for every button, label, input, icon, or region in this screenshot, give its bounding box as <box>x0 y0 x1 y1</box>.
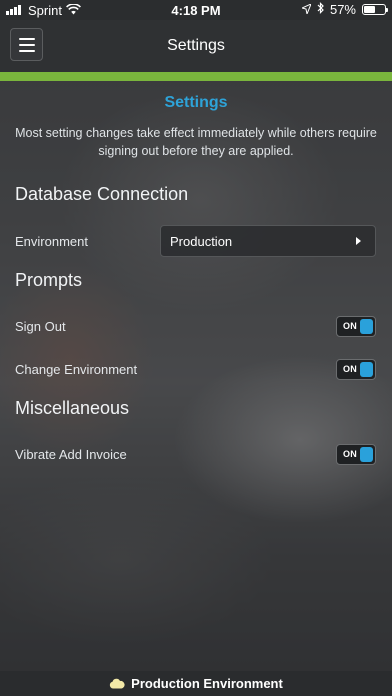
bluetooth-icon <box>317 2 324 17</box>
section-database-connection: Database Connection <box>15 184 189 204</box>
battery-icon <box>362 4 388 15</box>
page-title: Settings <box>164 94 228 111</box>
environment-footer: Production Environment <box>0 671 392 696</box>
navigation-bar: Settings <box>0 20 392 72</box>
settings-content: Settings Most setting changes take effec… <box>0 81 392 160</box>
carrier-name: Sprint <box>28 2 62 18</box>
battery-percent: 57% <box>329 2 356 17</box>
vibrate-add-invoice-label: Vibrate Add Invoice <box>15 447 127 462</box>
vibrate-add-invoice-toggle[interactable]: ON <box>336 444 376 465</box>
hamburger-menu-icon[interactable] <box>10 28 43 61</box>
section-prompts: Prompts <box>15 270 83 290</box>
change-environment-label: Change Environment <box>15 362 138 377</box>
toggle-on-label: ON <box>343 321 358 331</box>
sign-out-toggle[interactable]: ON <box>336 316 376 337</box>
environment-select[interactable]: Production <box>160 225 376 257</box>
toggle-knob <box>360 319 373 334</box>
cloud-icon <box>109 678 125 689</box>
footer-label: Production Environment <box>131 676 283 691</box>
accent-bar <box>0 72 392 81</box>
toggle-knob <box>360 362 373 377</box>
change-environment-toggle[interactable]: ON <box>336 359 376 380</box>
sign-out-label: Sign Out <box>15 319 66 334</box>
battery-level <box>364 6 376 13</box>
nav-title: Settings <box>167 37 225 54</box>
location-arrow-icon <box>300 2 312 17</box>
section-miscellaneous: Miscellaneous <box>15 398 130 418</box>
status-bar: Sprint 4:18 PM 57% <box>0 0 392 20</box>
environment-value: Production <box>170 233 233 249</box>
wifi-icon <box>65 2 81 18</box>
toggle-on-label: ON <box>343 364 358 374</box>
environment-label: Environment <box>15 234 88 249</box>
toggle-knob <box>360 447 373 462</box>
toggle-on-label: ON <box>343 449 358 459</box>
chevron-right-icon <box>356 237 361 245</box>
intro-text: Most setting changes take effect immedia… <box>15 126 377 158</box>
signal-bars-icon <box>6 5 21 15</box>
